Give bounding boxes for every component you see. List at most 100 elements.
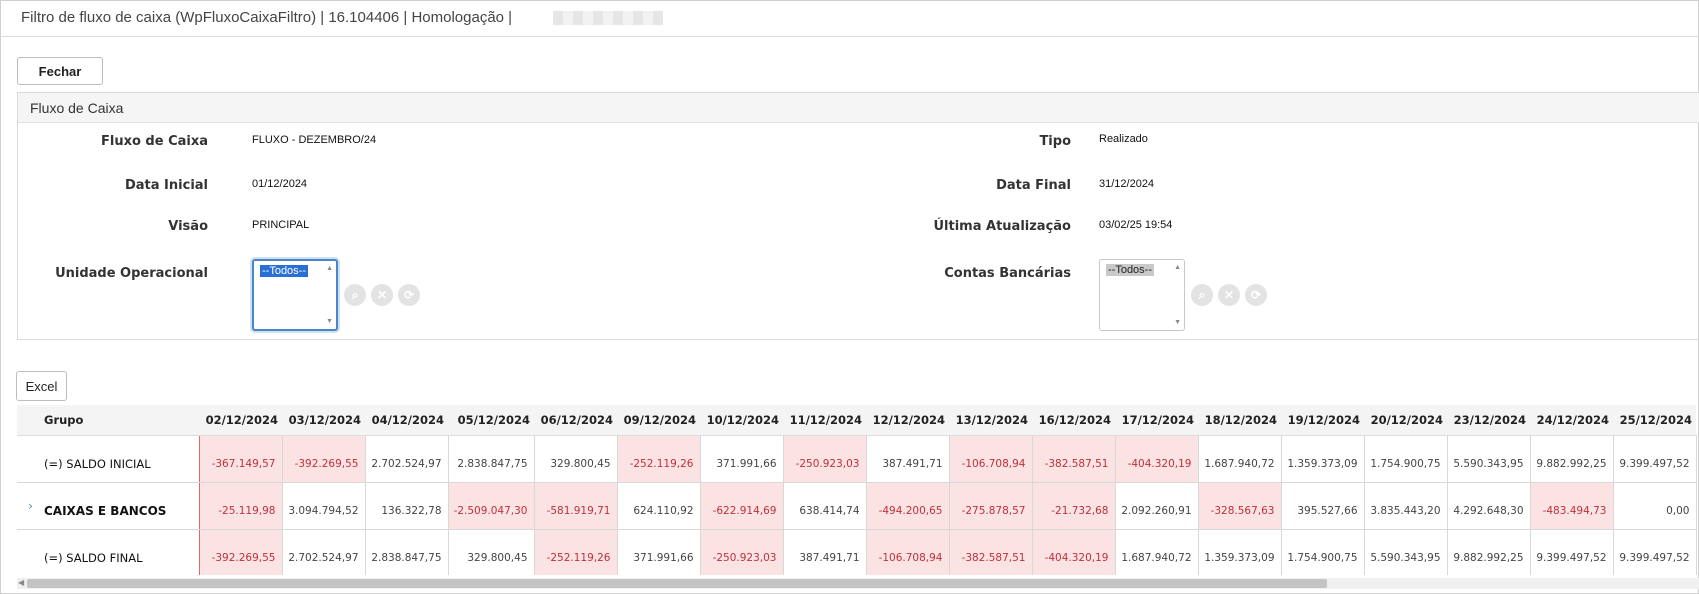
data-inicial-label: Data Inicial <box>124 178 208 193</box>
scrollbar-thumb[interactable] <box>27 579 1327 588</box>
column-header-date[interactable]: 02/12/2024 <box>199 405 282 436</box>
value-cell: -275.878,57 <box>948 482 1033 530</box>
row-spacer <box>17 435 44 483</box>
scroll-up-icon[interactable]: ▲ <box>326 265 333 272</box>
cash-flow-panel: Fluxo de Caixa Fluxo de Caixa FLUXO - DE… <box>17 92 1699 340</box>
column-header-date[interactable]: 25/12/2024 <box>1613 405 1696 436</box>
column-header-date[interactable]: 03/12/2024 <box>282 405 365 436</box>
column-header-date[interactable]: 23/12/2024 <box>1447 405 1530 436</box>
value-cell: 9.399.497,52 <box>1613 529 1697 575</box>
refresh-icon[interactable]: ⟳ <box>398 284 420 306</box>
value-cell: -382.587,51 <box>948 529 1033 575</box>
value-cell: -250.923,03 <box>699 529 784 575</box>
value-cell: 329.800,45 <box>534 435 618 483</box>
column-header-date[interactable]: 13/12/2024 <box>949 405 1032 436</box>
value-cell: 1.359.373,09 <box>1198 529 1282 575</box>
column-header-date[interactable]: 10/12/2024 <box>700 405 783 436</box>
panel-title: Fluxo de Caixa <box>30 100 124 116</box>
scroll-left-icon[interactable]: ◀ <box>18 578 24 587</box>
value-cell: 329.800,45 <box>448 529 535 575</box>
column-header-date[interactable]: 17/12/2024 <box>1115 405 1198 436</box>
value-cell: -404.320,19 <box>1114 435 1199 483</box>
tipo-label: Tipo <box>1039 134 1071 149</box>
unidade-option-todos[interactable]: --Todos-- <box>260 265 309 277</box>
data-final-value: 31/12/2024 <box>1099 178 1155 190</box>
unidade-label: Unidade Operacional <box>55 266 208 281</box>
column-header-grupo[interactable]: Grupo <box>44 405 199 436</box>
value-cell: 9.882.992,25 <box>1447 529 1531 575</box>
value-cell: 9.882.992,25 <box>1530 435 1614 483</box>
value-cell: -483.494,73 <box>1529 482 1614 530</box>
search-icon[interactable]: ⌕ <box>1191 284 1213 306</box>
cash-flow-grid: Grupo 02/12/2024 03/12/2024 04/12/2024 05/1… <box>17 405 1699 575</box>
value-cell: 1.359.373,09 <box>1281 435 1365 483</box>
scroll-down-icon[interactable]: ▼ <box>1174 319 1181 326</box>
data-final-label: Data Final <box>996 178 1071 193</box>
value-cell: -367.149,57 <box>198 435 283 483</box>
excel-button[interactable]: Excel <box>16 371 67 401</box>
grid-header-row: Grupo 02/12/2024 03/12/2024 04/12/2024 05/1… <box>17 405 1696 436</box>
column-header-date[interactable]: 12/12/2024 <box>866 405 949 436</box>
table-row[interactable]: (=) SALDO FINAL -392.269,55 2.702.524,97 2.… <box>17 529 1697 575</box>
value-cell: 0,00 <box>1613 482 1697 530</box>
value-cell: -106.708,94 <box>948 435 1033 483</box>
column-header-date[interactable]: 18/12/2024 <box>1198 405 1281 436</box>
title-bar: Filtro de fluxo de caixa (WpFluxoCaixaFi… <box>0 0 1699 37</box>
refresh-icon[interactable]: ⟳ <box>1245 284 1267 306</box>
horizontal-scrollbar[interactable]: ◀ <box>17 578 1699 589</box>
value-cell: 9.399.497,52 <box>1613 435 1697 483</box>
window-title: Filtro de fluxo de caixa (WpFluxoCaixaFi… <box>21 9 513 26</box>
value-cell: -494.200,65 <box>865 482 950 530</box>
column-header-date[interactable]: 11/12/2024 <box>783 405 866 436</box>
table-row[interactable]: (=) SALDO INICIAL -367.149,57 -392.269,55 2… <box>17 435 1697 483</box>
value-cell: -21.732,68 <box>1031 482 1116 530</box>
value-cell: -392.269,55 <box>198 529 283 575</box>
table-row[interactable]: › CAIXAS E BANCOS -25.119,98 3.094.794,52 13… <box>17 482 1697 530</box>
column-header-date[interactable]: 24/12/2024 <box>1530 405 1613 436</box>
value-cell: 638.414,74 <box>783 482 867 530</box>
value-cell: 4.292.648,30 <box>1447 482 1531 530</box>
panel-header: Fluxo de Caixa <box>18 93 1699 123</box>
value-cell: -328.567,63 <box>1197 482 1282 530</box>
value-cell: 3.094.794,52 <box>282 482 366 530</box>
scroll-down-icon[interactable]: ▼ <box>326 318 333 325</box>
value-cell: 624.110,92 <box>617 482 701 530</box>
value-cell: 371.991,66 <box>617 529 701 575</box>
value-cell: 2.838.847,75 <box>448 435 535 483</box>
scroll-up-icon[interactable]: ▲ <box>1174 264 1181 271</box>
contas-listbox[interactable]: --Todos-- ▲ ▼ <box>1099 259 1185 331</box>
clear-icon[interactable]: ✕ <box>371 284 393 306</box>
value-cell: 9.399.497,52 <box>1530 529 1614 575</box>
cash-flow-table: Grupo 02/12/2024 03/12/2024 04/12/2024 05/1… <box>17 405 1697 575</box>
value-cell: -252.119,26 <box>616 435 701 483</box>
value-cell: 2.702.524,97 <box>282 529 366 575</box>
value-cell: 387.491,71 <box>783 529 867 575</box>
value-cell: -404.320,19 <box>1031 529 1116 575</box>
value-cell: 387.491,71 <box>866 435 950 483</box>
column-header-date[interactable]: 05/12/2024 <box>448 405 534 436</box>
value-cell: 371.991,66 <box>700 435 784 483</box>
unidade-listbox[interactable]: --Todos-- ▲ ▼ <box>252 259 338 331</box>
row-label: (=) SALDO INICIAL <box>44 435 199 483</box>
column-header-date[interactable]: 04/12/2024 <box>365 405 448 436</box>
column-header-date[interactable]: 16/12/2024 <box>1032 405 1115 436</box>
column-header-date[interactable]: 06/12/2024 <box>534 405 617 436</box>
value-cell: 2.092.260,91 <box>1115 482 1199 530</box>
value-cell: 2.702.524,97 <box>365 435 449 483</box>
close-button[interactable]: Fechar <box>17 57 103 85</box>
row-label: CAIXAS E BANCOS <box>44 482 199 530</box>
contas-option-todos[interactable]: --Todos-- <box>1106 264 1155 276</box>
column-header-date[interactable]: 20/12/2024 <box>1364 405 1447 436</box>
value-cell: -622.914,69 <box>699 482 784 530</box>
search-icon[interactable]: ⌕ <box>344 284 366 306</box>
clear-icon[interactable]: ✕ <box>1218 284 1240 306</box>
value-cell: -581.919,71 <box>533 482 618 530</box>
column-header-date[interactable]: 09/12/2024 <box>617 405 700 436</box>
value-cell: 136.322,78 <box>365 482 449 530</box>
visao-value: PRINCIPAL <box>252 219 310 231</box>
column-header-date[interactable]: 19/12/2024 <box>1281 405 1364 436</box>
row-label: (=) SALDO FINAL <box>44 529 199 575</box>
fluxo-label: Fluxo de Caixa <box>100 134 208 149</box>
chevron-right-icon[interactable]: › <box>17 482 44 530</box>
value-cell: 1.754.900,75 <box>1364 435 1448 483</box>
